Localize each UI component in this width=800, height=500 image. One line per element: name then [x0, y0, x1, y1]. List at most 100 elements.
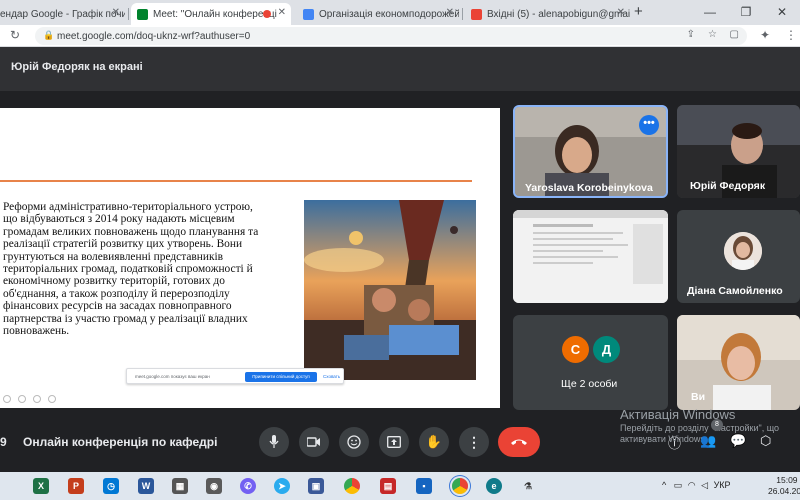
- edge-icon[interactable]: e: [486, 478, 502, 494]
- people-count-badge: 8: [711, 419, 723, 431]
- microphone-icon: [269, 435, 279, 448]
- raise-hand-button[interactable]: ✋: [419, 427, 449, 457]
- new-tab-button[interactable]: +: [634, 3, 643, 20]
- meet-window: Юрій Федоряк на екрані Реформи адміністр…: [0, 47, 800, 472]
- avatar: С: [562, 336, 589, 363]
- presenter-bar: Юрій Федоряк на екрані: [0, 47, 800, 91]
- close-icon[interactable]: ✕: [617, 7, 625, 18]
- activation-line: Перейдіть до розділу "Настройки", що: [620, 423, 780, 433]
- reactions-button[interactable]: [339, 427, 369, 457]
- app-icon[interactable]: ▦: [172, 478, 188, 494]
- save-app-icon[interactable]: ▪: [416, 478, 432, 494]
- viber-icon[interactable]: ✆: [240, 478, 256, 494]
- activation-title: Активація Windows: [620, 407, 736, 422]
- volume-icon[interactable]: ◁: [701, 480, 708, 490]
- bookmark-star-icon[interactable]: ☆: [708, 29, 717, 40]
- more-participants-tile[interactable]: С Д Ще 2 особи: [513, 315, 668, 410]
- tab-title: Meet: "Онлайн конференці: [153, 8, 277, 20]
- meet-icon: [137, 8, 148, 20]
- participant-name: Діана Самойленко: [687, 285, 783, 297]
- close-icon[interactable]: ✕: [112, 7, 120, 18]
- tab-gmail[interactable]: Вхідні (5) - alenapobigun@gmail ✕: [465, 3, 630, 25]
- presentation-preview-tile[interactable]: [513, 210, 668, 303]
- app-icon[interactable]: ▣: [308, 478, 324, 494]
- tab-google-calendar[interactable]: ендар Google - Графік почин ✕: [0, 3, 125, 25]
- participant-tile[interactable]: Юрій Федоряк: [677, 105, 800, 198]
- hand-icon: ✋: [425, 434, 443, 449]
- app-icon[interactable]: ⚗: [520, 478, 536, 494]
- telegram-icon[interactable]: ➤: [274, 478, 290, 494]
- tab-title: ендар Google - Графік почин: [0, 8, 125, 20]
- stop-sharing-button[interactable]: Припинити спільний доступ: [245, 372, 317, 382]
- tab-divider: [128, 8, 129, 20]
- show-hidden-icons-icon[interactable]: ^: [662, 480, 666, 490]
- chrome-active-icon[interactable]: [452, 478, 468, 494]
- emoji-icon: [347, 435, 361, 449]
- excel-icon[interactable]: X: [33, 478, 49, 494]
- people-icon[interactable]: 👥: [700, 433, 716, 449]
- tab-organization[interactable]: Організація економподорожей ✕: [297, 3, 459, 25]
- calendar-app-icon[interactable]: ◷: [103, 478, 119, 494]
- system-tray: ^ ▭ ◠ ◁ УКР: [662, 480, 731, 491]
- slide-tool-icon[interactable]: [33, 395, 41, 403]
- tab-title: Вхідні (5) - alenapobigun@gmail: [487, 8, 630, 20]
- hide-notice-link[interactable]: Сховать: [323, 374, 340, 379]
- more-participants-label: Ще 2 особи: [561, 378, 618, 390]
- camera-app-icon[interactable]: ◉: [206, 478, 222, 494]
- participant-tile[interactable]: Діана Самойленко: [677, 210, 800, 303]
- language-indicator[interactable]: УКР: [714, 480, 731, 490]
- app-icon[interactable]: ▤: [380, 478, 396, 494]
- camera-button[interactable]: [299, 427, 329, 457]
- powerpoint-icon[interactable]: P: [68, 478, 84, 494]
- clock[interactable]: 15:09 26.04.202: [768, 475, 800, 497]
- clock-date: 26.04.202: [768, 486, 800, 496]
- url-text: meet.google.com/doq-uknz-wrf?authuser=0: [57, 30, 251, 42]
- screen-share-notice: meet.google.com показує ваш екран Припин…: [126, 368, 344, 384]
- chat-icon[interactable]: 💬: [730, 433, 746, 449]
- self-tile[interactable]: Ви: [677, 315, 800, 410]
- presenter-label: Юрій Федоряк на екрані: [11, 61, 143, 73]
- extensions-icon[interactable]: ✦: [760, 28, 770, 42]
- menu-icon[interactable]: ⋮: [785, 28, 797, 42]
- chrome-icon[interactable]: [344, 478, 360, 494]
- share-icon[interactable]: ⇪: [687, 29, 695, 40]
- window-controls: — ❐ ✕: [692, 0, 800, 25]
- balloon-photo: [304, 200, 476, 380]
- avatar: [724, 232, 762, 270]
- more-options-icon[interactable]: •••: [639, 115, 659, 135]
- self-label: Ви: [691, 391, 706, 403]
- screen-preview: [513, 210, 668, 303]
- microphone-button[interactable]: [259, 427, 289, 457]
- close-icon[interactable]: ✕: [446, 7, 454, 18]
- url-input[interactable]: 🔒 meet.google.com/doq-uknz-wrf?authuser=…: [35, 27, 747, 45]
- close-window-icon[interactable]: ✕: [764, 0, 800, 25]
- drive-icon: [303, 8, 314, 20]
- maximize-icon[interactable]: ❐: [728, 0, 764, 25]
- slide-tool-icon[interactable]: [3, 395, 11, 403]
- meeting-title: Онлайн конференція по кафедрі: [23, 435, 218, 449]
- reload-icon[interactable]: ↻: [10, 28, 20, 42]
- meeting-time: 9: [0, 435, 7, 449]
- wifi-icon[interactable]: ◠: [688, 480, 696, 490]
- slide-divider-line: [0, 180, 472, 182]
- address-bar-row: ↻ 🔒 meet.google.com/doq-uknz-wrf?authuse…: [0, 25, 800, 47]
- avatar: Д: [593, 336, 620, 363]
- present-button[interactable]: [379, 427, 409, 457]
- tab-search-icon[interactable]: ▢: [730, 29, 739, 40]
- leave-call-button[interactable]: [498, 427, 540, 457]
- lock-icon[interactable]: 🔒: [43, 30, 54, 41]
- close-icon[interactable]: ✕: [278, 7, 286, 18]
- participant-tile[interactable]: ••• Yaroslava Korobeinykova: [513, 105, 668, 198]
- present-screen-icon: [387, 436, 401, 448]
- activities-icon[interactable]: ⬡: [760, 433, 771, 449]
- browser-tab-bar: ендар Google - Графік почин ✕ Meet: "Онл…: [0, 0, 800, 25]
- more-options-button[interactable]: ⋮: [459, 427, 489, 457]
- word-icon[interactable]: W: [138, 478, 154, 494]
- minimize-icon[interactable]: —: [692, 0, 728, 25]
- slide-tool-icon[interactable]: [48, 395, 56, 403]
- tab-divider: [462, 8, 463, 20]
- battery-icon[interactable]: ▭: [674, 480, 683, 490]
- tab-google-meet[interactable]: Meet: "Онлайн конференці ✕: [131, 3, 291, 25]
- slide-tool-icon[interactable]: [18, 395, 26, 403]
- info-icon[interactable]: ⓘ: [668, 433, 681, 452]
